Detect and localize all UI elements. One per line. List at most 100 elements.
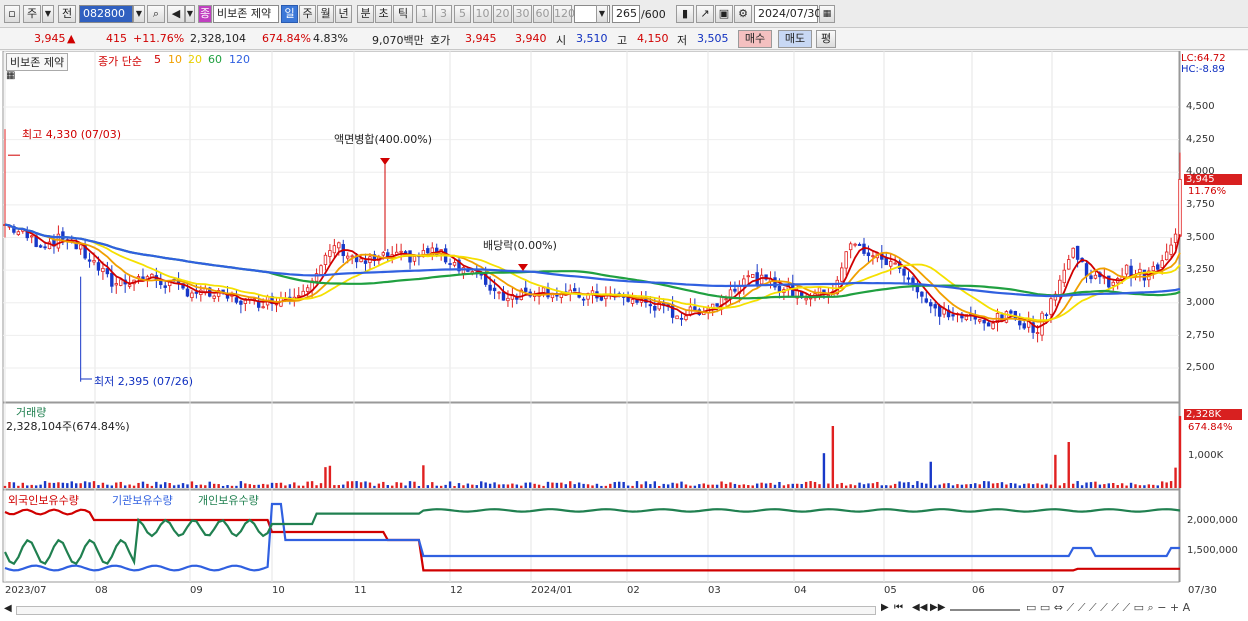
candle-body xyxy=(319,265,323,275)
eval-button[interactable]: 평 xyxy=(816,30,836,48)
period-month-button[interactable]: 월 xyxy=(317,5,334,23)
play-forward-icon[interactable]: ▶▶ xyxy=(930,602,945,613)
legend-foreign[interactable]: 외국인보유수량 xyxy=(8,492,79,508)
save-icon[interactable]: ▣ xyxy=(715,5,733,23)
volume-bar xyxy=(582,483,585,488)
volume-bar xyxy=(208,481,211,488)
stock-code-input[interactable]: 082800 xyxy=(79,5,133,23)
interval-5-button[interactable]: 5 xyxy=(454,5,471,23)
volume-bar xyxy=(1023,483,1026,488)
volume-bar xyxy=(609,483,612,488)
search-icon[interactable]: ⌕ xyxy=(147,5,165,23)
draw-tools-icons[interactable]: ▭ ▭ ⇔ ⟋ ⟋ ⟋ ⟋ ⟋ ⟋ ▭ ⌕ − + A xyxy=(1026,601,1190,615)
period-week-button[interactable]: 주 xyxy=(299,5,316,23)
volume-bar xyxy=(885,485,888,488)
market-select[interactable]: 주 xyxy=(23,5,41,23)
volume-bar xyxy=(297,485,300,488)
count-input[interactable]: 265 xyxy=(612,5,640,23)
volume-bar xyxy=(493,482,496,488)
period-tick-button[interactable]: 틱 xyxy=(393,5,413,23)
volume-bar xyxy=(613,482,616,488)
chart-grid-icon[interactable]: ▦ xyxy=(6,70,15,81)
volume-bar xyxy=(1018,485,1021,488)
ma-legend-label[interactable]: 종가 단순 xyxy=(98,53,142,69)
volume-bar xyxy=(965,484,968,488)
play-back-icon[interactable]: ◀◀ xyxy=(912,602,927,613)
volume-bar xyxy=(190,481,194,488)
chart-area[interactable]: 비보존 제약 ▦ 종가 단순 5 10 20 60 120 LC:64.72 H… xyxy=(0,51,1248,621)
volume-bar xyxy=(978,484,981,488)
candle-type-icon[interactable]: ▮ xyxy=(676,5,694,23)
interval-10-button[interactable]: 10 xyxy=(473,5,492,23)
candle-body xyxy=(1071,247,1075,258)
candle-body xyxy=(893,262,897,265)
code-dropdown-icon[interactable]: ▼ xyxy=(133,5,145,23)
xtick-06: 06 xyxy=(972,585,985,596)
volume-bar xyxy=(680,481,683,488)
market-dropdown-icon[interactable]: ▼ xyxy=(42,5,54,23)
legend-institution[interactable]: 기관보유수량 xyxy=(112,492,173,508)
volume-bar xyxy=(653,481,657,488)
interval-1-button[interactable]: 1 xyxy=(416,5,433,23)
prev-button[interactable]: 전 xyxy=(58,5,76,23)
volume-bar xyxy=(66,483,69,488)
candle-body xyxy=(715,303,719,307)
interval-dropdown-icon[interactable]: ▼ xyxy=(596,5,608,23)
candle-body xyxy=(194,291,199,294)
volume-bar xyxy=(533,483,536,488)
volume-bar xyxy=(996,483,999,488)
volume-bar xyxy=(600,485,603,488)
interval-120-button[interactable]: 120 xyxy=(553,5,575,23)
window-icon[interactable]: ▫ xyxy=(4,5,20,23)
horizontal-scrollbar[interactable] xyxy=(16,606,876,615)
scroll-left-icon[interactable]: ◀ xyxy=(4,603,12,614)
interval-3-button[interactable]: 3 xyxy=(435,5,452,23)
calendar-icon[interactable]: ▦ xyxy=(819,5,835,23)
volume-bar xyxy=(796,483,799,488)
volume-bar xyxy=(164,482,167,488)
stock-name-label[interactable]: 비보존 제약 xyxy=(6,53,69,71)
volume-bar xyxy=(1058,485,1062,488)
volume-bar xyxy=(337,485,341,488)
holding-ytick-2m: 2,000,000 xyxy=(1187,515,1238,526)
volume-bar xyxy=(800,484,803,488)
candle-body xyxy=(751,274,755,278)
volume-bar xyxy=(564,484,567,488)
volume-bar xyxy=(83,481,87,488)
xtick-10: 10 xyxy=(272,585,285,596)
candle-body xyxy=(78,244,83,250)
legend-individual[interactable]: 개인보유수량 xyxy=(198,492,259,508)
open-price: 3,510 xyxy=(576,32,608,45)
date-input[interactable]: 2024/07/30 xyxy=(754,5,821,23)
candle-body xyxy=(684,315,688,321)
settings-gear-icon[interactable]: ⚙ xyxy=(734,5,752,23)
ma-60-label: 60 xyxy=(208,53,222,66)
candle-body xyxy=(1156,264,1160,270)
scroll-right-icon[interactable]: ▶ xyxy=(881,602,889,613)
speaker-icon[interactable]: ◀ xyxy=(167,5,185,23)
period-second-button[interactable]: 초 xyxy=(375,5,392,23)
volume-bar xyxy=(1040,484,1044,488)
zoom-slider[interactable] xyxy=(950,609,1020,611)
period-day-button[interactable]: 일 xyxy=(281,5,298,23)
sell-button[interactable]: 매도 xyxy=(778,30,812,48)
interval-20-button[interactable]: 20 xyxy=(493,5,512,23)
volume-bar xyxy=(960,484,964,488)
volume-bar xyxy=(279,482,283,488)
chart-canvas[interactable] xyxy=(0,51,1248,621)
volume-bar xyxy=(956,484,959,488)
xtick-03: 03 xyxy=(708,585,721,596)
zoom-out-icon[interactable]: ⏮ xyxy=(894,602,903,613)
candle-body xyxy=(1035,332,1040,334)
candle-body xyxy=(261,306,265,309)
draw-tool-icon[interactable]: ↗ xyxy=(696,5,714,23)
volume-bar xyxy=(1027,483,1030,488)
speaker-dropdown-icon[interactable]: ▼ xyxy=(185,5,195,23)
interval-60-button[interactable]: 60 xyxy=(533,5,552,23)
interval-30-button[interactable]: 30 xyxy=(513,5,532,23)
period-minute-button[interactable]: 분 xyxy=(357,5,374,23)
volume-current-tag: 2,328K xyxy=(1184,409,1242,420)
period-year-button[interactable]: 년 xyxy=(335,5,352,23)
volume-bar xyxy=(408,481,412,488)
buy-button[interactable]: 매수 xyxy=(738,30,772,48)
